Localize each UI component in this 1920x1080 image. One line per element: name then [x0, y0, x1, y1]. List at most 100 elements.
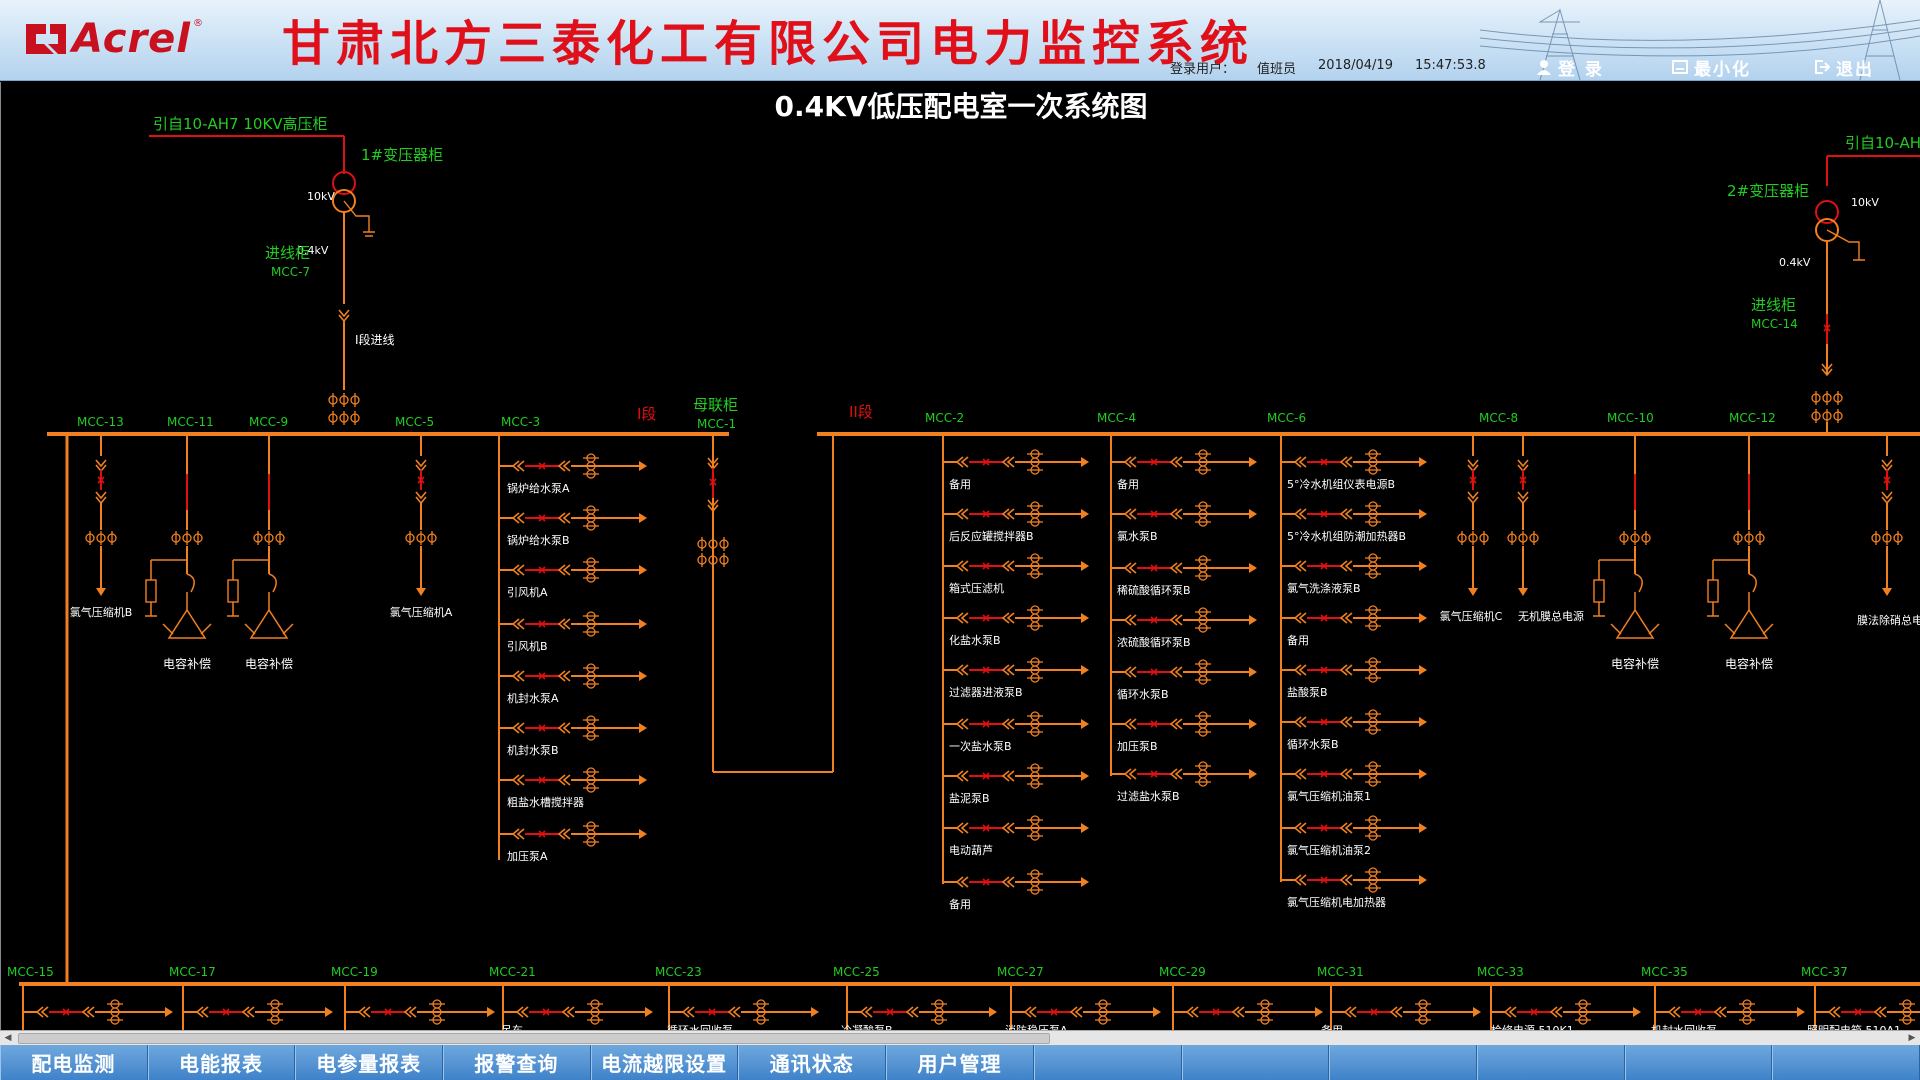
disconnect-icon: [1549, 1006, 1563, 1018]
disconnect-icon: [955, 664, 969, 676]
mcc-label-bottom: MCC-15: [7, 965, 54, 979]
disconnect-icon: [1001, 770, 1015, 782]
disconnect-icon: [1339, 508, 1353, 520]
nav-button-empty-10[interactable]: [1477, 1045, 1625, 1080]
disconnect-icon: [1169, 456, 1183, 468]
load-arrow-icon: [639, 513, 647, 523]
disconnect-icon: [1873, 1006, 1887, 1018]
disconnect-icon: [557, 774, 571, 786]
load-arrow-icon: [325, 1007, 333, 1017]
transformer-left-label: 1#变压器柜: [361, 146, 443, 164]
login-button[interactable]: 登 录: [1536, 56, 1604, 80]
nav-button-2[interactable]: 电参量报表: [295, 1045, 444, 1080]
nav-button-empty-11[interactable]: [1625, 1045, 1773, 1080]
diagram-canvas: 0.4KV低压配电室一次系统图 引自10-AH7 10KV高压柜 1#变压器柜 10k…: [0, 82, 1920, 1038]
nav-button-6[interactable]: 用户管理: [886, 1045, 1034, 1080]
disconnect-icon: [1713, 1006, 1727, 1018]
nav-button-5[interactable]: 通讯状态: [738, 1045, 887, 1080]
load-arrow-icon: [1518, 588, 1528, 596]
disconnect-icon: [859, 1006, 873, 1018]
disconnect-icon: [35, 1006, 49, 1018]
disconnect-icon: [1001, 560, 1015, 572]
exit-button[interactable]: 退出: [1814, 56, 1874, 80]
bus-tie-label: 母联柜: [693, 396, 738, 414]
load-label: 备用: [1287, 633, 1309, 647]
load-arrow-icon: [1081, 877, 1089, 887]
load-arrow-icon: [165, 1007, 173, 1017]
load-label: 氯气压缩机A: [390, 605, 453, 619]
nav-button-1[interactable]: 电能报表: [148, 1045, 296, 1080]
minimize-icon: [1672, 60, 1688, 74]
transformer-right-label: 2#变压器柜: [1727, 182, 1809, 200]
load-label: 加压泵A: [507, 850, 548, 863]
nav-button-empty-9[interactable]: [1329, 1045, 1477, 1080]
app-header: Acrel ® 甘肃北方三泰化工有限公司电力监控系统 登录用户： 值班员 201…: [0, 0, 1920, 81]
scroll-right-arrow-icon[interactable]: ▶: [1904, 1031, 1920, 1045]
segment-2-label: II段: [849, 403, 873, 421]
disconnect-icon: [1339, 456, 1353, 468]
exit-label: 退出: [1836, 59, 1874, 80]
load-label: 备用: [949, 897, 971, 911]
mcc-label-top-left: MCC-3: [501, 415, 540, 429]
mcc1-label: MCC-1: [697, 417, 736, 431]
disconnect-icon: [1339, 664, 1353, 676]
load-arrow-icon: [1882, 588, 1892, 596]
load-arrow-icon: [639, 565, 647, 575]
mcc-label-bottom: MCC-23: [655, 965, 702, 979]
mcc-label-bottom: MCC-25: [833, 965, 880, 979]
nav-button-empty-7[interactable]: [1034, 1045, 1182, 1080]
nav-button-3[interactable]: 报警查询: [443, 1045, 591, 1080]
capacitor-icon: [1724, 623, 1774, 635]
load-arrow-icon: [1153, 1007, 1161, 1017]
load-arrow-icon: [1419, 613, 1427, 623]
bottom-nav: 配电监测 电能报表 电参量报表 报警查询 电流越限设置 通讯状态 用户管理: [0, 1045, 1920, 1080]
mcc-label-top-left: MCC-5: [395, 415, 434, 429]
disconnect-icon: [955, 822, 969, 834]
exit-icon: [1815, 60, 1830, 74]
disconnect-icon: [1001, 612, 1015, 624]
load-label: 引风机A: [507, 585, 548, 599]
disconnect-icon: [415, 459, 427, 473]
disconnect-icon: [357, 1006, 371, 1018]
capacitor-icon: [167, 608, 207, 639]
load-arrow-icon: [1315, 1007, 1323, 1017]
arrester-icon: [145, 579, 157, 603]
nav-button-0[interactable]: 配电监测: [0, 1045, 148, 1080]
load-label: 无机膜总电源: [1518, 609, 1584, 623]
login-user-value: 值班员: [1257, 62, 1297, 77]
mcc-label-bottom: MCC-37: [1801, 965, 1848, 979]
current-time: 15:47:53.8: [1414, 58, 1486, 73]
disconnect-icon: [1169, 508, 1183, 520]
nav-button-4[interactable]: 电流越限设置: [591, 1045, 739, 1080]
nav-button-empty-8[interactable]: [1182, 1045, 1330, 1080]
load-label: 电动葫芦: [949, 844, 993, 857]
disconnect-icon: [1123, 562, 1137, 574]
disconnect-icon: [1339, 874, 1353, 886]
load-label: 粗盐水槽搅拌器: [507, 795, 584, 809]
mcc-label-bottom: MCC-27: [997, 965, 1044, 979]
minimize-button[interactable]: 最小化: [1672, 56, 1751, 80]
scrollbar-thumb[interactable]: [18, 1033, 1050, 1044]
seg1-incoming-label: I段进线: [355, 332, 395, 347]
nav-button-empty-12[interactable]: [1772, 1045, 1920, 1080]
login-user-label: 登录用户：: [1170, 62, 1236, 77]
scroll-left-arrow-icon[interactable]: ◀: [0, 1031, 16, 1045]
disconnect-icon: [557, 460, 571, 472]
disconnect-icon: [1001, 508, 1015, 520]
disconnect-icon: [1503, 1006, 1517, 1018]
disconnect-icon: [511, 618, 525, 630]
current-date: 2018/04/19: [1318, 58, 1393, 73]
disconnect-icon: [1169, 614, 1183, 626]
load-arrow-icon: [1419, 665, 1427, 675]
load-arrow-icon: [1249, 509, 1257, 519]
load-arrow-icon: [487, 1007, 495, 1017]
load-arrow-icon: [1633, 1007, 1641, 1017]
disconnect-icon: [511, 722, 525, 734]
disconnect-icon: [955, 770, 969, 782]
load-arrow-icon: [1081, 457, 1089, 467]
load-arrow-icon: [1249, 667, 1257, 677]
disconnect-icon: [1231, 1006, 1245, 1018]
load-arrow-icon: [1249, 615, 1257, 625]
disconnect-icon: [1123, 718, 1137, 730]
horizontal-scrollbar[interactable]: ◀ ▶: [0, 1030, 1920, 1045]
